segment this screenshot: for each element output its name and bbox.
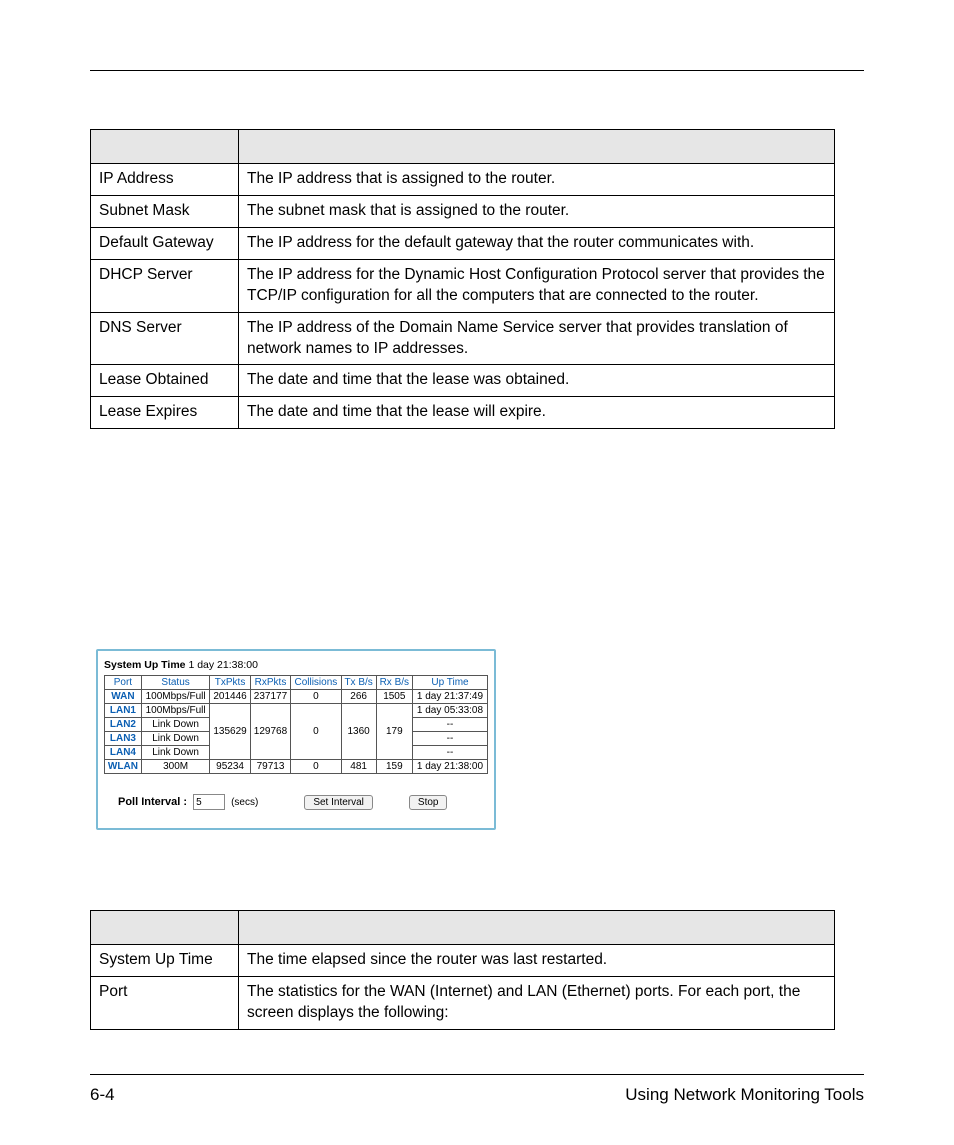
table-row: System Up TimeThe time elapsed since the… [91,945,835,977]
port-cell: LAN3 [105,732,142,746]
field-cell: System Up Time [91,945,239,977]
desc-cell: The time elapsed since the router was la… [239,945,835,977]
txpkts-cell: 135629 [210,704,250,760]
table-row: DHCP ServerThe IP address for the Dynami… [91,259,835,312]
system-uptime-line: System Up Time 1 day 21:38:00 [104,659,488,671]
poll-interval-input[interactable] [193,794,225,810]
top-horizontal-rule [90,70,864,71]
txbs-cell: 481 [341,760,376,774]
rxpkts-cell: 79713 [250,760,290,774]
uptime-cell: 1 day 21:38:00 [412,760,487,774]
table-row: Lease ObtainedThe date and time that the… [91,365,835,397]
system-uptime-value: 1 day 21:38:00 [188,659,257,671]
stop-button[interactable]: Stop [409,795,448,810]
uptime-cell: -- [412,746,487,760]
desc-cell: The IP address that is assigned to the r… [239,164,835,196]
uptime-cell: 1 day 05:33:08 [412,704,487,718]
desc-cell: The IP address for the default gateway t… [239,227,835,259]
table1-header-field [91,130,239,164]
router-stats-panel: System Up Time 1 day 21:38:00 Port Statu… [96,649,496,830]
field-cell: Lease Expires [91,397,239,429]
page-footer: 6-4 Using Network Monitoring Tools [90,1074,864,1105]
status-cell: 300M [141,760,210,774]
uptime-cell: -- [412,732,487,746]
port-cell: WLAN [105,760,142,774]
stats-row: LAN1 100Mbps/Full 135629 129768 0 1360 1… [105,704,488,718]
field-cell: Lease Obtained [91,365,239,397]
stats-header: Up Time [412,676,487,690]
table2-header-field [91,911,239,945]
desc-cell: The subnet mask that is assigned to the … [239,195,835,227]
stats-header: Rx B/s [376,676,412,690]
stats-header: Tx B/s [341,676,376,690]
status-cell: Link Down [141,718,210,732]
stats-header: Port [105,676,142,690]
collisions-cell: 0 [291,760,341,774]
stats-row: WLAN 300M 95234 79713 0 481 159 1 day 21… [105,760,488,774]
field-cell: Subnet Mask [91,195,239,227]
status-cell: 100Mbps/Full [141,704,210,718]
page-number: 6-4 [90,1085,115,1105]
definitions-table-1: IP AddressThe IP address that is assigne… [90,129,835,429]
port-cell: LAN2 [105,718,142,732]
desc-cell: The statistics for the WAN (Internet) an… [239,977,835,1030]
poll-controls: Poll Interval : (secs) Set Interval Stop [104,794,488,810]
router-stats-table: Port Status TxPkts RxPkts Collisions Tx … [104,675,488,774]
table-row: DNS ServerThe IP address of the Domain N… [91,312,835,365]
stats-header: TxPkts [210,676,250,690]
table-row: Lease ExpiresThe date and time that the … [91,397,835,429]
desc-cell: The IP address for the Dynamic Host Conf… [239,259,835,312]
field-cell: Port [91,977,239,1030]
port-cell: LAN1 [105,704,142,718]
poll-interval-label: Poll Interval : [118,796,187,808]
uptime-cell: 1 day 21:37:49 [412,690,487,704]
rxpkts-cell: 237177 [250,690,290,704]
uptime-cell: -- [412,718,487,732]
rxbs-cell: 159 [376,760,412,774]
stats-header: RxPkts [250,676,290,690]
system-uptime-label: System Up Time [104,659,186,671]
desc-cell: The date and time that the lease was obt… [239,365,835,397]
port-cell: WAN [105,690,142,704]
rxpkts-cell: 129768 [250,704,290,760]
table2-header-desc [239,911,835,945]
field-cell: Default Gateway [91,227,239,259]
field-cell: DNS Server [91,312,239,365]
status-cell: Link Down [141,732,210,746]
rxbs-cell: 1505 [376,690,412,704]
collisions-cell: 0 [291,690,341,704]
stats-header: Collisions [291,676,341,690]
txbs-cell: 1360 [341,704,376,760]
txpkts-cell: 95234 [210,760,250,774]
status-cell: 100Mbps/Full [141,690,210,704]
status-cell: Link Down [141,746,210,760]
stats-row: WAN 100Mbps/Full 201446 237177 0 266 150… [105,690,488,704]
table-row: IP AddressThe IP address that is assigne… [91,164,835,196]
desc-cell: The IP address of the Domain Name Servic… [239,312,835,365]
secs-label: (secs) [231,797,258,808]
port-cell: LAN4 [105,746,142,760]
footer-title: Using Network Monitoring Tools [625,1085,864,1105]
rxbs-cell: 179 [376,704,412,760]
collisions-cell: 0 [291,704,341,760]
table-row: PortThe statistics for the WAN (Internet… [91,977,835,1030]
footer-rule [90,1074,864,1075]
definitions-table-2: System Up TimeThe time elapsed since the… [90,910,835,1030]
set-interval-button[interactable]: Set Interval [304,795,373,810]
stats-header: Status [141,676,210,690]
field-cell: DHCP Server [91,259,239,312]
field-cell: IP Address [91,164,239,196]
table1-header-desc [239,130,835,164]
table-row: Default GatewayThe IP address for the de… [91,227,835,259]
txpkts-cell: 201446 [210,690,250,704]
desc-cell: The date and time that the lease will ex… [239,397,835,429]
table-row: Subnet MaskThe subnet mask that is assig… [91,195,835,227]
txbs-cell: 266 [341,690,376,704]
